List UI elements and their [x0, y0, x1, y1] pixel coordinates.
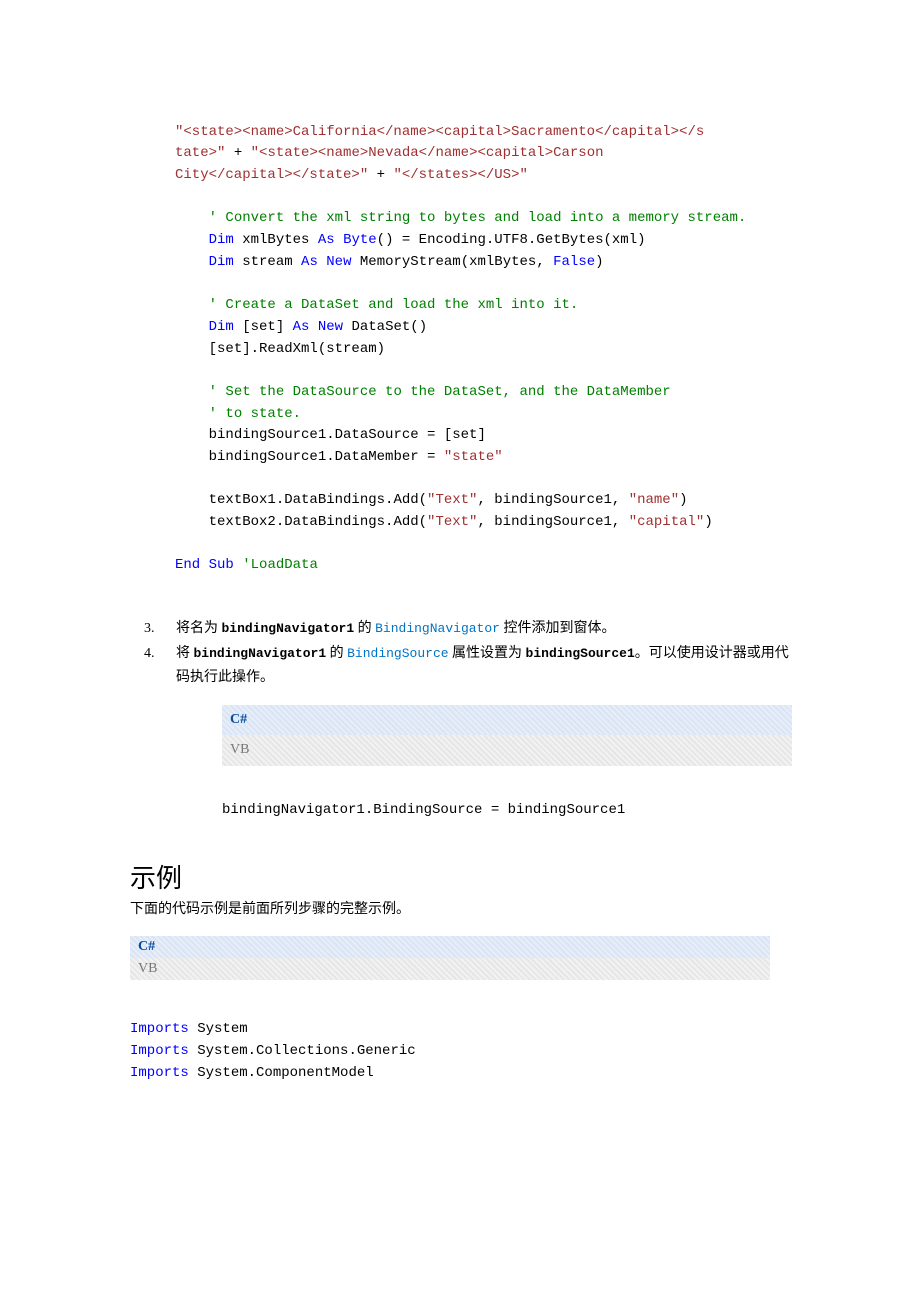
step-list: 将名为 bindingNavigator1 的 BindingNavigator…	[144, 617, 790, 822]
vb-code-block-imports: Imports System Imports System.Collection…	[130, 998, 790, 1085]
code-bindingsource-assign: bindingNavigator1.BindingSource = bindin…	[222, 798, 790, 823]
language-tabs: C# VB	[222, 705, 792, 766]
link-bindingsource[interactable]: BindingSource	[347, 646, 448, 661]
tab-vb[interactable]: VB	[222, 735, 792, 766]
tab-csharp[interactable]: C#	[222, 705, 792, 736]
example-subtitle: 下面的代码示例是前面所列步骤的完整示例。	[130, 899, 790, 921]
code-inline: bindingNavigator1	[222, 621, 355, 636]
language-tabs-2: C# VB	[130, 936, 770, 980]
vb-code-block-1: "<state><name>California</name><capital>…	[175, 100, 790, 577]
tab-vb[interactable]: VB	[130, 958, 770, 980]
list-item: 将名为 bindingNavigator1 的 BindingNavigator…	[144, 617, 790, 642]
link-bindingnavigator[interactable]: BindingNavigator	[375, 621, 500, 636]
tab-csharp[interactable]: C#	[130, 936, 770, 958]
code-inline: bindingNavigator1	[194, 646, 327, 661]
code-inline: bindingSource1	[526, 646, 635, 661]
list-item: 将 bindingNavigator1 的 BindingSource 属性设置…	[144, 642, 790, 823]
section-heading-example: 示例	[130, 858, 790, 895]
